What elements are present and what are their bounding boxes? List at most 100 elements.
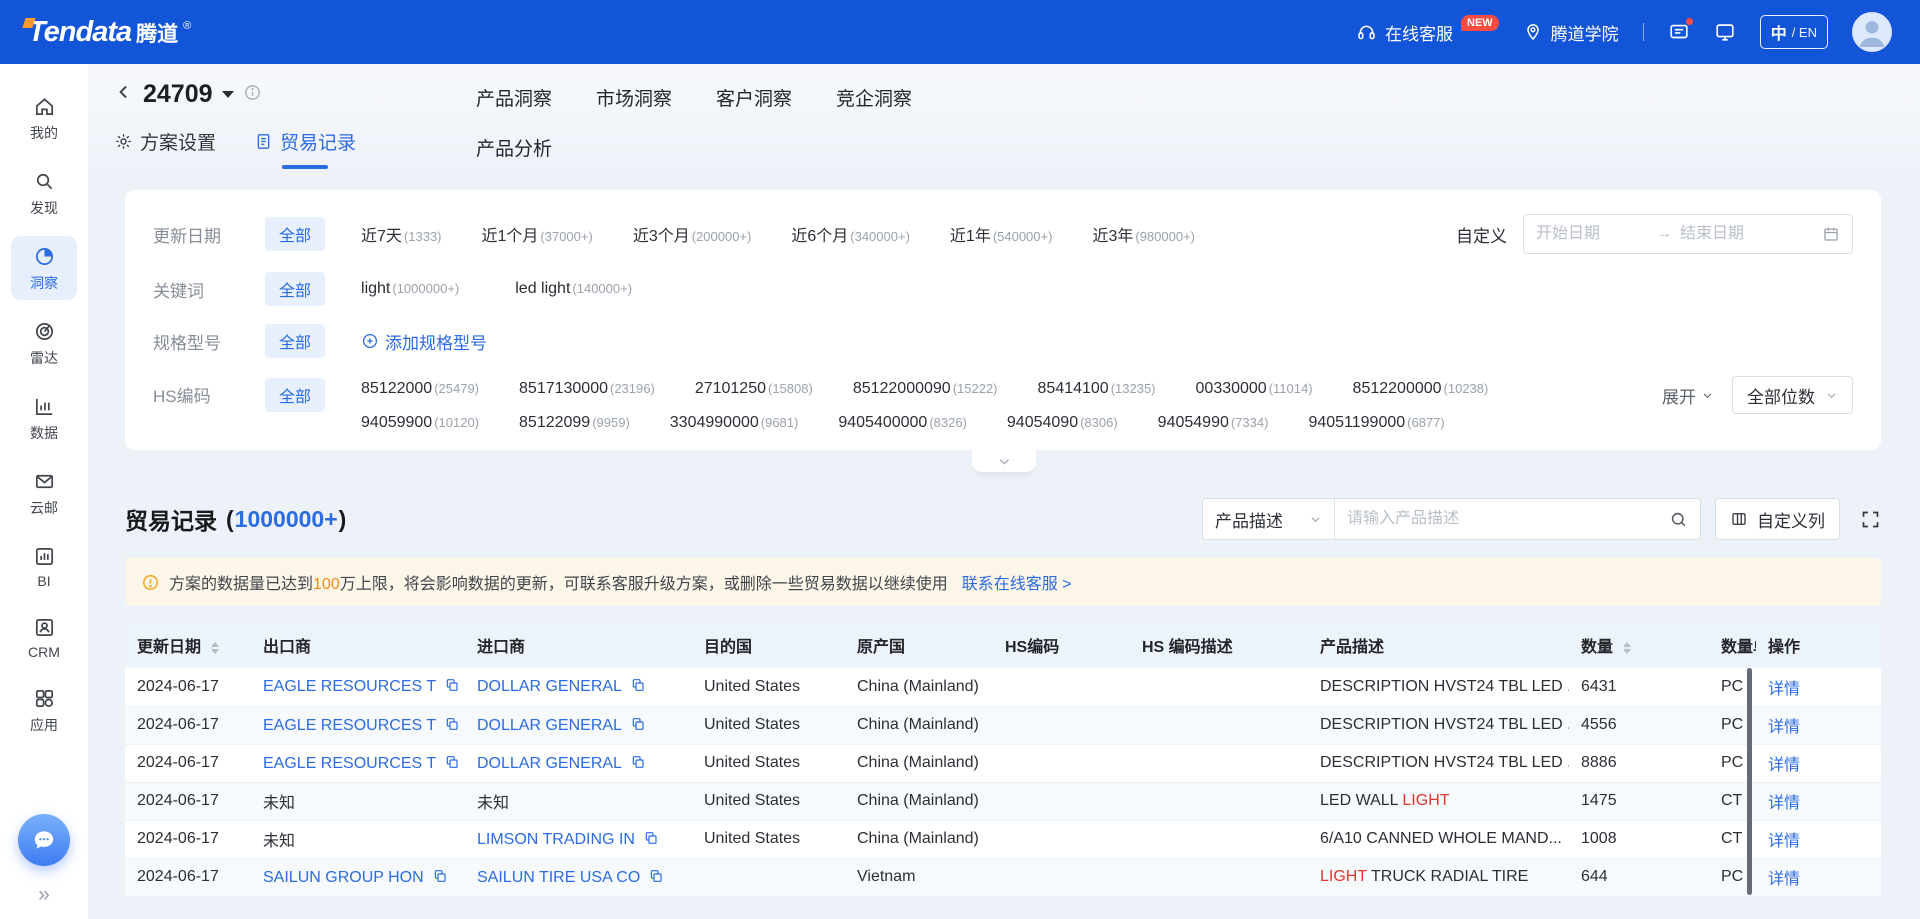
hs-code-option[interactable]: 85414100(13235) [1038,380,1156,398]
logo[interactable]: Tendata 腾道 ® [28,16,191,49]
keyword-all-pill[interactable]: 全部 [265,272,325,306]
insight-nav-tab-2[interactable]: 客户洞察 [716,84,792,111]
back-button[interactable] [114,82,134,107]
copy-icon[interactable] [643,830,659,846]
hs-code-option[interactable]: 8512200000(10238) [1353,380,1489,398]
copy-icon[interactable] [630,716,646,732]
tab-trade-records[interactable]: 贸易记录 [254,128,356,155]
hs-code-option[interactable]: 85122000(25479) [361,380,479,398]
workbench-button[interactable] [1714,21,1736,43]
insight-nav-tab-3[interactable]: 竞企洞察 [836,84,912,111]
sidebar-item-radar[interactable]: 雷达 [11,311,77,375]
date-option[interactable]: 近1个月(37000+) [482,222,593,246]
search-icon[interactable] [1669,510,1688,529]
hs-code-option[interactable]: 8517130000(23196) [519,380,655,398]
date-option[interactable]: 近6个月(340000+) [791,222,910,246]
sidebar-item-discover[interactable]: 发现 [11,161,77,225]
hs-code-option[interactable]: 94054090(8306) [1007,414,1118,432]
sort-control[interactable] [211,642,219,654]
product-search-input[interactable] [1347,510,1669,528]
date-option[interactable]: 近3个月(200000+) [633,222,752,246]
custom-date-label[interactable]: 自定义 [1456,222,1507,247]
contact-service-link[interactable]: 联系在线客服 > [962,570,1072,594]
hs-code-option[interactable]: 94054990(7334) [1158,414,1269,432]
exporter-link[interactable]: EAGLE RESOURCES T [263,717,436,734]
sidebar-item-apps[interactable]: 应用 [11,678,77,742]
expand-toggle[interactable]: 展开 [1662,383,1714,408]
insight-nav-tab-1[interactable]: 市场洞察 [596,84,672,111]
copy-icon[interactable] [432,868,448,884]
hs-code-option[interactable]: 94051199000(6877) [1308,414,1444,432]
detail-link[interactable]: 详情 [1768,719,1800,736]
detail-link[interactable]: 详情 [1768,757,1800,774]
exporter-link[interactable]: EAGLE RESOURCES T [263,678,436,695]
plan-dropdown-caret-icon[interactable] [222,91,234,98]
info-icon[interactable] [243,83,262,107]
search-field-select[interactable]: 产品描述 [1202,498,1335,540]
exporter-link[interactable]: EAGLE RESOURCES T [263,755,436,772]
hs-code-option[interactable]: 27101250(15808) [695,380,813,398]
date-range-input[interactable]: → [1523,214,1853,254]
custom-columns-button[interactable]: 自定义列 [1715,498,1840,540]
hs-code-option[interactable]: 94059900(10120) [361,414,479,432]
importer-link[interactable]: DOLLAR GENERAL [477,717,622,734]
detail-link[interactable]: 详情 [1768,795,1800,812]
tab-plan-settings[interactable]: 方案设置 [114,128,216,155]
detail-link[interactable]: 详情 [1768,833,1800,850]
hs-code-option[interactable]: 85122000090(15222) [853,380,998,398]
date-option[interactable]: 近3年(980000+) [1092,222,1195,246]
sort-desc-icon[interactable] [1623,649,1631,654]
hs-code-option[interactable]: 00330000(11014) [1196,380,1313,398]
sidebar-item-mail[interactable]: 云邮 [11,461,77,525]
importer-link[interactable]: SAILUN TIRE USA CO [477,869,640,886]
importer-link[interactable]: LIMSON TRADING IN [477,831,635,848]
academy-button[interactable]: 腾道学院 [1523,20,1619,45]
keyword-option[interactable]: led light(140000+) [515,280,632,298]
hs-code-option[interactable]: 3304990000(9681) [670,414,799,432]
chat-fab-button[interactable] [18,814,70,866]
detail-link[interactable]: 详情 [1768,681,1800,698]
sidebar-item-crm[interactable]: CRM [11,607,77,667]
calendar-icon[interactable] [1822,225,1840,243]
detail-link[interactable]: 详情 [1768,871,1800,888]
filter-collapse-tab[interactable] [972,450,1036,472]
copy-icon[interactable] [630,754,646,770]
tab-product-analysis[interactable]: 产品分析 [476,139,552,160]
avatar[interactable] [1852,12,1892,52]
importer-link[interactable]: DOLLAR GENERAL [477,678,622,695]
hs-all-pill[interactable]: 全部 [265,378,325,412]
end-date-input[interactable] [1680,225,1792,243]
date-all-pill[interactable]: 全部 [265,217,325,251]
copy-icon[interactable] [444,716,460,732]
start-date-input[interactable] [1536,225,1648,243]
copy-icon[interactable] [444,754,460,770]
date-option[interactable]: 近7天(1333) [361,222,441,246]
sort-asc-icon[interactable] [1623,642,1631,647]
sort-control[interactable] [1623,642,1631,654]
sort-asc-icon[interactable] [211,642,219,647]
sidebar-item-data[interactable]: 数据 [11,386,77,450]
hs-code-option[interactable]: 9405400000(8326) [838,414,967,432]
keyword-option[interactable]: light(1000000+) [361,280,459,298]
sidebar-item-insight[interactable]: 洞察 [11,236,77,300]
column-header-8[interactable]: 数量 [1569,622,1709,668]
sort-desc-icon[interactable] [211,649,219,654]
language-switch[interactable]: 中 / EN [1760,15,1828,49]
exporter-link[interactable]: SAILUN GROUP HON [263,869,424,886]
sidebar-collapse-button[interactable]: » [38,883,50,907]
table-vertical-scrollbar[interactable] [1747,668,1752,895]
add-spec-button[interactable]: 添加规格型号 [361,329,487,354]
feedback-button[interactable] [1668,21,1690,43]
hs-code-option[interactable]: 85122099(9959) [519,414,630,432]
online-service-button[interactable]: 在线客服 NEW [1356,20,1499,45]
copy-icon[interactable] [630,677,646,693]
column-header-0[interactable]: 更新日期 [125,622,251,668]
importer-link[interactable]: DOLLAR GENERAL [477,755,622,772]
spec-all-pill[interactable]: 全部 [265,324,325,358]
sidebar-item-bi[interactable]: BI [11,536,77,596]
date-option[interactable]: 近1年(540000+) [950,222,1053,246]
copy-icon[interactable] [444,677,460,693]
insight-nav-tab-0[interactable]: 产品洞察 [476,84,552,111]
sidebar-item-home[interactable]: 我的 [11,86,77,150]
digits-dropdown[interactable]: 全部位数 [1732,376,1853,414]
